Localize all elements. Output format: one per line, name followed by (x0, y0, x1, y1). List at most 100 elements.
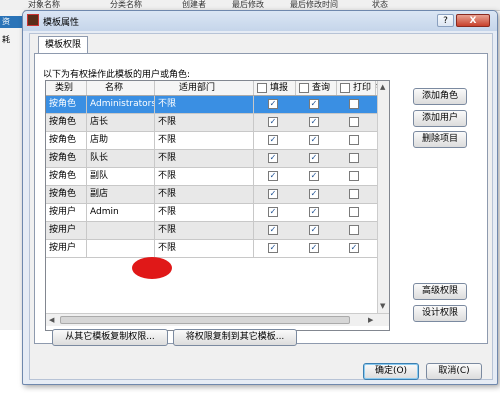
table-row[interactable]: 按用户不限✓✓✓✓ (46, 240, 389, 258)
checkbox-print[interactable] (349, 225, 359, 235)
cell-dept[interactable]: 不限 (155, 204, 254, 221)
cell-dept[interactable]: 不限 (155, 150, 254, 167)
cell-type[interactable]: 按角色 (46, 114, 87, 131)
cell-type[interactable]: 按角色 (46, 132, 87, 149)
cancel-button[interactable]: 取消(C) (426, 363, 482, 380)
checkbox-query[interactable]: ✓ (309, 243, 319, 253)
bg-column-creator: 创建者 (182, 0, 206, 9)
checkbox-fill[interactable]: ✓ (268, 117, 278, 127)
column-header-query[interactable]: 查询 (296, 81, 337, 95)
checkbox-fill[interactable]: ✓ (268, 153, 278, 163)
bg-column-last-modified: 最后修改 (232, 0, 264, 9)
ok-button[interactable]: 确定(O) (363, 363, 419, 380)
cell-name[interactable]: 店长 (87, 114, 155, 131)
cell-name[interactable] (87, 222, 155, 239)
checkbox-query[interactable]: ✓ (309, 153, 319, 163)
cell-name[interactable]: Admin (87, 204, 155, 221)
cell-type[interactable]: 按角色 (46, 150, 87, 167)
column-header-dept[interactable]: 适用部门 (155, 81, 254, 95)
dialog-titlebar[interactable]: 模板属性 ? X (23, 11, 497, 31)
header-checkbox-print[interactable] (340, 83, 350, 93)
advanced-permissions-button[interactable]: 高级权限 (413, 283, 467, 300)
scroll-up-arrow-icon[interactable]: ▲ (380, 82, 385, 92)
help-button[interactable]: ? (437, 14, 454, 27)
checkbox-query[interactable]: ✓ (309, 189, 319, 199)
add-user-button[interactable]: 添加用户 (413, 110, 467, 127)
cell-name[interactable]: 店助 (87, 132, 155, 149)
checkbox-print[interactable] (349, 135, 359, 145)
cell-type[interactable]: 按用户 (46, 222, 87, 239)
cell-type[interactable]: 按用户 (46, 240, 87, 257)
checkbox-print[interactable] (349, 207, 359, 217)
cell-name[interactable]: 副店 (87, 186, 155, 203)
checkbox-query[interactable]: ✓ (309, 135, 319, 145)
checkbox-fill[interactable]: ✓ (268, 99, 278, 109)
checkbox-print[interactable] (349, 153, 359, 163)
scroll-left-arrow-icon[interactable]: ◀ (49, 315, 54, 325)
checkbox-fill[interactable]: ✓ (268, 243, 278, 253)
table-row[interactable]: 按角色 店助 不限 ✓ ✓ (46, 132, 389, 150)
design-permissions-button[interactable]: 设计权限 (413, 305, 467, 322)
checkbox-fill[interactable]: ✓ (268, 171, 278, 181)
cell-dept[interactable]: 不限 (155, 222, 254, 239)
cell-dept[interactable]: 不限 (155, 132, 254, 149)
column-header-query-label: 查询 (312, 83, 331, 93)
column-header-fill[interactable]: 填报 (254, 81, 296, 95)
header-checkbox-fill[interactable] (257, 83, 267, 93)
permissions-description: 以下为有权操作此模板的用户或角色: (43, 70, 191, 80)
checkbox-fill[interactable]: ✓ (268, 225, 278, 235)
checkbox-query[interactable]: ✓ (309, 99, 319, 109)
horizontal-scroll-thumb[interactable] (60, 316, 350, 324)
checkbox-print[interactable] (349, 117, 359, 127)
cell-dept[interactable]: 不限 (155, 186, 254, 203)
cell-type[interactable]: 按用户 (46, 204, 87, 221)
tab-template-permissions[interactable]: 模板权限 (38, 36, 89, 54)
cell-type[interactable]: 按角色 (46, 186, 87, 203)
redaction-mark (132, 257, 172, 279)
table-row[interactable]: 按用户 Admin 不限 ✓ ✓ (46, 204, 389, 222)
cell-type[interactable]: 按角色 (46, 96, 87, 113)
cell-dept[interactable]: 不限 (155, 168, 254, 185)
copy-from-other-template-button[interactable]: 从其它模板复制权限... (52, 329, 168, 346)
cell-dept[interactable]: 不限 (155, 114, 254, 131)
scroll-right-arrow-icon[interactable]: ▶ (368, 315, 373, 325)
table-row[interactable]: 按角色 店长 不限 ✓ ✓ (46, 114, 389, 132)
checkbox-print[interactable] (349, 171, 359, 181)
cell-name[interactable]: 副队 (87, 168, 155, 185)
cell-dept[interactable]: 不限 (155, 240, 254, 257)
add-role-button[interactable]: 添加角色 (413, 88, 467, 105)
checkbox-fill[interactable]: ✓ (268, 207, 278, 217)
delete-item-button[interactable]: 删除项目 (413, 131, 467, 148)
cell-name[interactable] (87, 240, 155, 257)
copy-to-other-template-button[interactable]: 将权限复制到其它模板... (173, 329, 297, 346)
column-header-print[interactable]: 打印 (337, 81, 376, 95)
cell-dept[interactable]: 不限 (155, 96, 254, 113)
column-header-fill-label: 填报 (270, 83, 289, 93)
table-row[interactable]: 按用户不限✓✓✓ (46, 222, 389, 240)
table-row[interactable]: 按角色 副队 不限 ✓ ✓ (46, 168, 389, 186)
vertical-scrollbar[interactable]: ▲ ▼ (377, 81, 389, 313)
checkbox-query[interactable]: ✓ (309, 207, 319, 217)
column-header-name[interactable]: 名称 (87, 81, 155, 95)
cell-type[interactable]: 按角色 (46, 168, 87, 185)
checkbox-print[interactable]: ✓ (349, 243, 359, 253)
checkbox-query[interactable]: ✓ (309, 171, 319, 181)
close-button[interactable]: X (456, 14, 490, 27)
horizontal-scrollbar[interactable]: ◀ ▶ (46, 313, 389, 326)
permissions-grid: 类别 名称 适用部门 填报 查询 打印 锁 按角色A (45, 80, 390, 331)
table-row[interactable]: 按角色 Administrators 不限 ✓ ✓ (46, 96, 389, 114)
column-header-type[interactable]: 类别 (46, 81, 87, 95)
checkbox-fill[interactable]: ✓ (268, 135, 278, 145)
header-checkbox-query[interactable] (299, 83, 309, 93)
scroll-down-arrow-icon[interactable]: ▼ (380, 301, 385, 311)
checkbox-query[interactable]: ✓ (309, 225, 319, 235)
bg-column-category: 分类名称 (110, 0, 142, 9)
cell-name[interactable]: Administrators (87, 96, 155, 113)
cell-name[interactable]: 队长 (87, 150, 155, 167)
checkbox-fill[interactable]: ✓ (268, 189, 278, 199)
checkbox-print[interactable] (349, 99, 359, 109)
table-row[interactable]: 按角色 队长 不限 ✓ ✓ (46, 150, 389, 168)
table-row[interactable]: 按角色 副店 不限 ✓ ✓ (46, 186, 389, 204)
checkbox-print[interactable] (349, 189, 359, 199)
checkbox-query[interactable]: ✓ (309, 117, 319, 127)
